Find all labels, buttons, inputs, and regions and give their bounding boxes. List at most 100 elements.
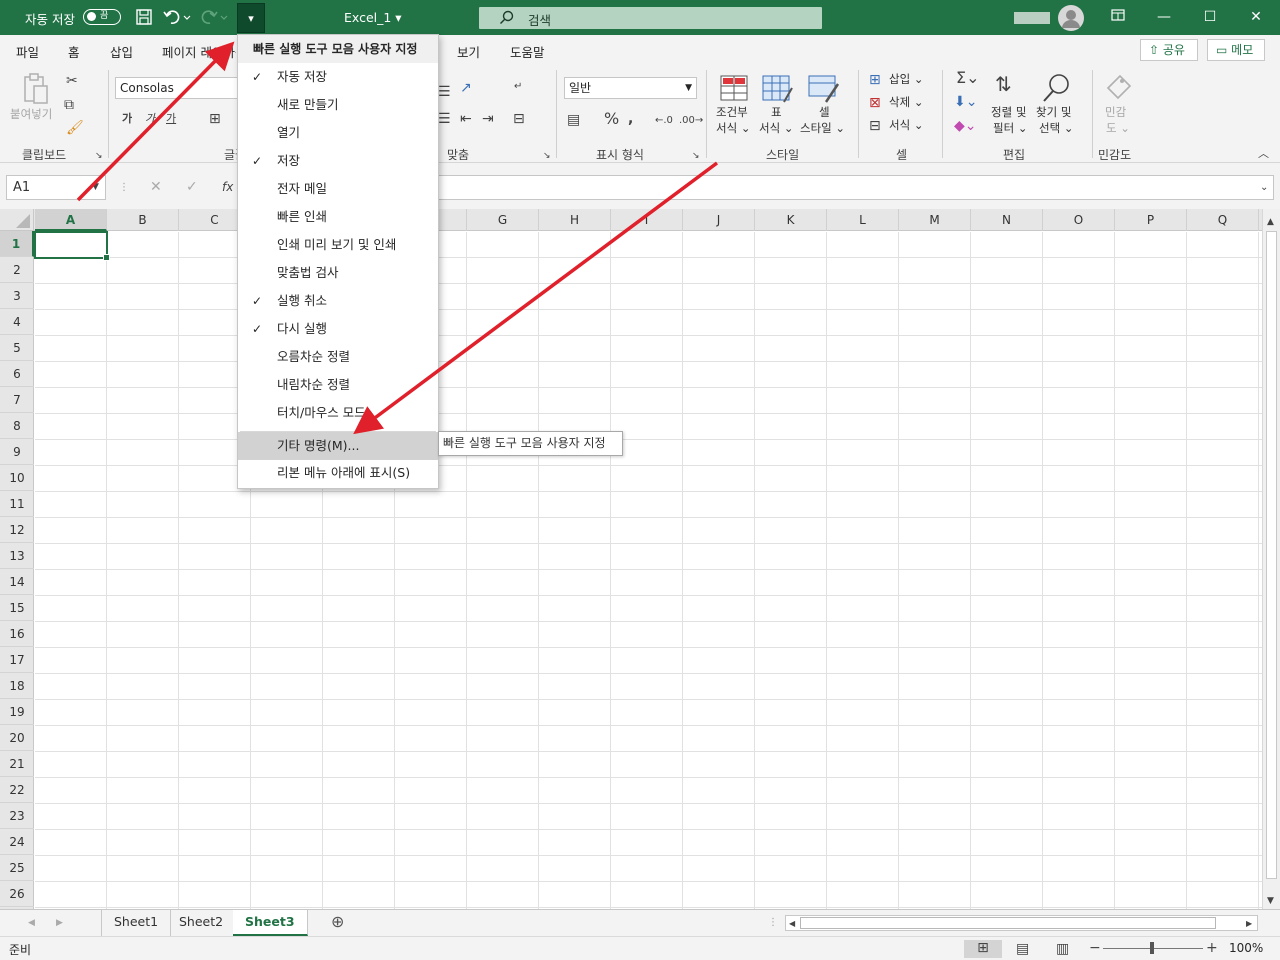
- row-header[interactable]: 14: [0, 569, 34, 595]
- accounting-format-icon[interactable]: ▤: [567, 112, 580, 128]
- tab-file[interactable]: 파일: [16, 42, 39, 61]
- avatar[interactable]: [1058, 5, 1084, 31]
- percent-style-icon[interactable]: %: [604, 111, 619, 127]
- cell-area[interactable]: [35, 232, 1262, 909]
- autosum-icon[interactable]: Σ⌄: [956, 70, 980, 86]
- column-header[interactable]: A: [35, 209, 107, 231]
- column-header[interactable]: K: [755, 209, 827, 231]
- normal-view-icon[interactable]: ⊞: [964, 940, 1002, 958]
- clear-icon[interactable]: ◆⌄: [954, 118, 977, 134]
- qat-menu-item[interactable]: ✓ 저장: [238, 147, 438, 175]
- row-header[interactable]: 11: [0, 491, 34, 517]
- redo-icon[interactable]: [200, 8, 228, 29]
- column-header[interactable]: P: [1115, 209, 1187, 231]
- cell-styles-label-1[interactable]: 셀: [819, 104, 830, 120]
- scroll-thumb[interactable]: [1266, 231, 1277, 879]
- column-header[interactable]: L: [827, 209, 899, 231]
- vertical-scrollbar[interactable]: ▲ ▼: [1262, 209, 1280, 909]
- zoom-in-icon[interactable]: +: [1206, 940, 1218, 956]
- row-header[interactable]: 16: [0, 621, 34, 647]
- new-sheet-icon[interactable]: ⊕: [331, 914, 344, 930]
- name-box[interactable]: A1: [6, 175, 106, 200]
- sort-filter-label-1[interactable]: 정렬 및: [991, 104, 1026, 120]
- format-as-table-icon[interactable]: [762, 74, 794, 108]
- qat-menu-item[interactable]: 내림차순 정렬: [238, 371, 438, 399]
- tab-page-layout[interactable]: 페이지 레이아웃: [162, 42, 236, 61]
- conditional-formatting-label-2[interactable]: 서식 ⌄: [716, 120, 750, 136]
- insert-cells-icon[interactable]: ⊞: [869, 72, 881, 88]
- undo-icon[interactable]: [163, 8, 191, 29]
- horizontal-scrollbar[interactable]: ◀ ▶: [785, 915, 1258, 931]
- cell-styles-label-2[interactable]: 스타일 ⌄: [800, 120, 845, 136]
- increase-decimal-icon[interactable]: ←.0: [655, 113, 673, 129]
- expand-formula-bar-icon[interactable]: ⌄: [1260, 180, 1268, 196]
- decrease-indent-icon[interactable]: ⇤: [460, 111, 472, 127]
- italic-button[interactable]: 가: [145, 111, 155, 127]
- row-header[interactable]: 15: [0, 595, 34, 621]
- search-box[interactable]: 검색: [479, 7, 822, 29]
- scroll-right-icon[interactable]: ▶: [1246, 916, 1252, 932]
- row-header[interactable]: 3: [0, 283, 34, 309]
- row-header[interactable]: 12: [0, 517, 34, 543]
- document-title[interactable]: Excel_1 ▾: [344, 10, 402, 25]
- row-header[interactable]: 7: [0, 387, 34, 413]
- border-icon[interactable]: ⊞: [209, 111, 221, 127]
- row-header[interactable]: 25: [0, 855, 34, 881]
- maximize-icon[interactable]: ☐: [1190, 0, 1230, 35]
- autosave-toggle[interactable]: 끔: [83, 9, 121, 25]
- align-left-icon[interactable]: ☰: [438, 111, 451, 127]
- underline-button[interactable]: 가: [166, 111, 176, 127]
- cancel-icon[interactable]: ✕: [150, 179, 162, 195]
- zoom-slider-thumb[interactable]: [1150, 942, 1154, 954]
- row-header[interactable]: 22: [0, 777, 34, 803]
- column-header[interactable]: H: [539, 209, 611, 231]
- bold-button[interactable]: 가: [122, 111, 132, 127]
- zoom-level[interactable]: 100%: [1229, 941, 1263, 955]
- delete-cells-icon[interactable]: ⊠: [869, 95, 881, 111]
- column-header[interactable]: M: [899, 209, 971, 231]
- dialog-launcher-icon[interactable]: ↘: [543, 148, 551, 164]
- format-as-table-label-2[interactable]: 서식 ⌄: [759, 120, 793, 136]
- collapse-ribbon-icon[interactable]: ︿: [1258, 146, 1269, 162]
- font-name-box[interactable]: Consolas: [115, 77, 240, 99]
- previous-sheet-icon[interactable]: ◀: [28, 915, 35, 931]
- sensitivity-label-2[interactable]: 도 ⌄: [1106, 120, 1130, 136]
- page-break-view-icon[interactable]: ▥: [1056, 941, 1069, 957]
- close-icon[interactable]: ✕: [1236, 0, 1276, 35]
- row-header[interactable]: 19: [0, 699, 34, 725]
- row-header[interactable]: 4: [0, 309, 34, 335]
- row-header[interactable]: 5: [0, 335, 34, 361]
- wrap-text-icon[interactable]: ↵: [514, 79, 522, 95]
- sensitivity-label-1[interactable]: 민감: [1105, 104, 1126, 120]
- align-top-icon[interactable]: ☰: [438, 84, 451, 100]
- row-header[interactable]: 1: [0, 231, 34, 257]
- format-as-table-label-1[interactable]: 표: [771, 104, 782, 120]
- row-header[interactable]: 21: [0, 751, 34, 777]
- column-header[interactable]: G: [467, 209, 539, 231]
- row-header[interactable]: 10: [0, 465, 34, 491]
- qat-menu-item[interactable]: ✓ 자동 저장: [238, 63, 438, 91]
- qat-menu-item[interactable]: 새로 만들기: [238, 91, 438, 119]
- conditional-formatting-icon[interactable]: [720, 74, 750, 108]
- cut-icon[interactable]: ✂: [66, 73, 78, 89]
- row-header[interactable]: 17: [0, 647, 34, 673]
- row-header[interactable]: 18: [0, 673, 34, 699]
- tab-help[interactable]: 도움말: [510, 42, 545, 61]
- row-header[interactable]: 9: [0, 439, 34, 465]
- ribbon-display-options-icon[interactable]: [1098, 0, 1138, 35]
- column-header[interactable]: J: [683, 209, 755, 231]
- active-cell[interactable]: [34, 231, 110, 261]
- page-layout-view-icon[interactable]: ▤: [1016, 941, 1029, 957]
- enter-icon[interactable]: ✓: [186, 179, 198, 195]
- minimize-icon[interactable]: —: [1144, 0, 1184, 35]
- find-select-icon[interactable]: [1041, 72, 1073, 108]
- qat-menu-item[interactable]: ✓ 실행 취소: [238, 287, 438, 315]
- scroll-up-icon[interactable]: ▲: [1267, 214, 1274, 230]
- scroll-down-icon[interactable]: ▼: [1267, 893, 1274, 909]
- qat-menu-item[interactable]: 전자 메일: [238, 175, 438, 203]
- cell-styles-icon[interactable]: [808, 74, 840, 108]
- qat-menu-item[interactable]: 리본 메뉴 아래에 표시(S): [238, 459, 438, 487]
- qat-menu-item[interactable]: 터치/마우스 모드: [238, 399, 438, 427]
- row-header[interactable]: 2: [0, 257, 34, 283]
- tab-insert[interactable]: 삽입: [110, 42, 133, 61]
